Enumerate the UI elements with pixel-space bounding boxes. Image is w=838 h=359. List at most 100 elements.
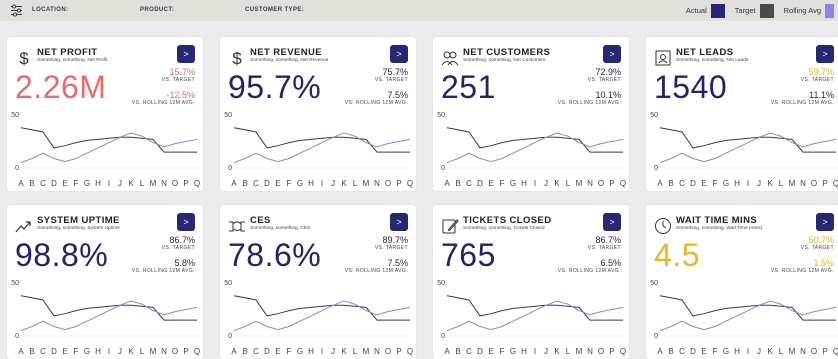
x-tick-label: C [40, 347, 46, 356]
x-tick-label: H [308, 179, 314, 188]
x-tick-label: E [62, 179, 67, 188]
x-tick-label: D [264, 347, 270, 356]
x-tick-label: P [396, 347, 401, 356]
x-tick-label: J [118, 179, 122, 188]
trend-chart: 50 0 A B C D E F G H I J K L M N O P Q [437, 112, 626, 188]
card-detail-button[interactable]: > [177, 213, 195, 231]
card-detail-button[interactable]: > [390, 213, 408, 231]
x-tick-label: N [800, 347, 806, 356]
x-tick-label: E [275, 347, 280, 356]
vs-target-label: VS. TARGET [374, 245, 408, 251]
legend-actual-label: Actual [685, 6, 707, 15]
x-tick-label: C [679, 179, 685, 188]
x-tick-label: O [811, 347, 817, 356]
card-subtitle: Something, something, System Uptime [37, 226, 120, 231]
filter-sliders-icon[interactable] [10, 4, 23, 17]
pct-vs-rolling: 5.8% [174, 258, 195, 268]
card-subtitle: Something, something, Net Revenue [250, 58, 329, 63]
x-tick-label: B [668, 347, 673, 356]
x-tick-label: D [477, 347, 483, 356]
x-tick-label: P [609, 347, 614, 356]
y-tick-label: 0 [228, 333, 232, 340]
x-tick-label: D [51, 179, 57, 188]
card-subtitle: Something, something, Net Customers [463, 58, 546, 63]
card-detail-button[interactable]: > [816, 213, 834, 231]
kpi-card-net-customers: NET CUSTOMERS Something, something, Net … [433, 37, 629, 191]
x-tick-label: J [757, 179, 761, 188]
pct-vs-rolling: 7.5% [387, 258, 408, 268]
card-subtitle: Something, something, Wait Time (mins) [676, 226, 763, 231]
x-tick-label: M [789, 347, 796, 356]
legend-actual-swatch[interactable] [710, 3, 725, 18]
contact-card-icon [655, 50, 671, 66]
x-tick-label: I [108, 179, 110, 188]
x-tick-label: A [18, 347, 24, 356]
series-line-rolling [233, 132, 411, 164]
x-tick-label: M [363, 179, 370, 188]
x-tick-label: I [321, 347, 323, 356]
pct-vs-target: 75.7% [382, 67, 408, 77]
x-tick-label: N [587, 179, 593, 188]
trend-chart: 50 0 A B C D E F G H I J K L M N O P Q [11, 112, 200, 188]
legend-rolling-swatch[interactable] [825, 3, 834, 18]
vs-rolling-label: VS. ROLLING 12M AVG. [131, 100, 195, 106]
x-tick-label: E [62, 347, 67, 356]
x-tick-label: H [521, 179, 527, 188]
x-tick-label: F [287, 347, 292, 356]
card-detail-button[interactable]: > [390, 45, 408, 63]
x-tick-label: Q [407, 347, 413, 356]
x-tick-label: I [534, 347, 536, 356]
series-line-rolling [446, 132, 624, 164]
x-tick-label: B [668, 179, 673, 188]
series-line-rolling [659, 300, 837, 332]
x-tick-label: G [297, 179, 303, 188]
x-tick-label: N [374, 179, 380, 188]
card-detail-button[interactable]: > [177, 45, 195, 63]
clock-icon [655, 218, 671, 234]
x-tick-label: Q [833, 179, 838, 188]
pct-vs-rolling: 7.5% [387, 90, 408, 100]
card-detail-button[interactable]: > [816, 45, 834, 63]
x-tick-label: J [331, 347, 335, 356]
x-tick-label: A [657, 347, 663, 356]
card-detail-button[interactable]: > [603, 45, 621, 63]
edit-ticket-icon [442, 219, 459, 234]
legend-target-swatch[interactable] [759, 3, 774, 18]
x-tick-label: M [576, 179, 583, 188]
x-tick-label: B [455, 179, 460, 188]
vs-rolling-label: VS. ROLLING 12M AVG. [557, 268, 621, 274]
location-filter[interactable]: LOCATION: [32, 7, 68, 13]
y-tick-label: 0 [441, 165, 445, 172]
product-filter[interactable]: PRODUCT: [140, 7, 174, 13]
x-tick-label: K [767, 347, 773, 356]
x-tick-label: M [576, 347, 583, 356]
card-subtitle: Something, something, Tickets Closed [463, 226, 545, 231]
x-tick-label: M [363, 347, 370, 356]
card-subtitle: Something, something, CES [250, 226, 311, 231]
x-tick-label: G [84, 179, 90, 188]
x-tick-label: O [172, 179, 178, 188]
x-tick-label: N [374, 347, 380, 356]
card-title: SYSTEM UPTIME [37, 215, 120, 226]
x-tick-label: K [128, 179, 134, 188]
legend: Actual Target Rolling Avg [686, 3, 834, 18]
kpi-card-net-leads: NET LEADS Something, something, Net Lead… [646, 37, 838, 191]
y-tick-label: 50 [11, 280, 19, 287]
x-tick-label: F [287, 179, 292, 188]
x-tick-label: G [297, 347, 303, 356]
y-tick-label: 50 [650, 112, 658, 119]
vs-rolling-label: VS. ROLLING 12M AVG. [131, 268, 195, 274]
card-value: 95.7% [228, 69, 322, 105]
card-detail-button[interactable]: > [603, 213, 621, 231]
x-tick-label: D [690, 347, 696, 356]
x-tick-label: C [40, 179, 46, 188]
x-tick-label: I [747, 347, 749, 356]
customer-type-filter[interactable]: CUSTOMER TYPE: [245, 7, 304, 13]
x-tick-label: E [701, 347, 706, 356]
x-tick-label: D [264, 179, 270, 188]
x-tick-label: A [657, 179, 663, 188]
y-tick-label: 0 [654, 165, 658, 172]
pct-vs-rolling: -12.5% [166, 90, 195, 100]
x-tick-label: J [118, 347, 122, 356]
x-tick-label: M [789, 179, 796, 188]
